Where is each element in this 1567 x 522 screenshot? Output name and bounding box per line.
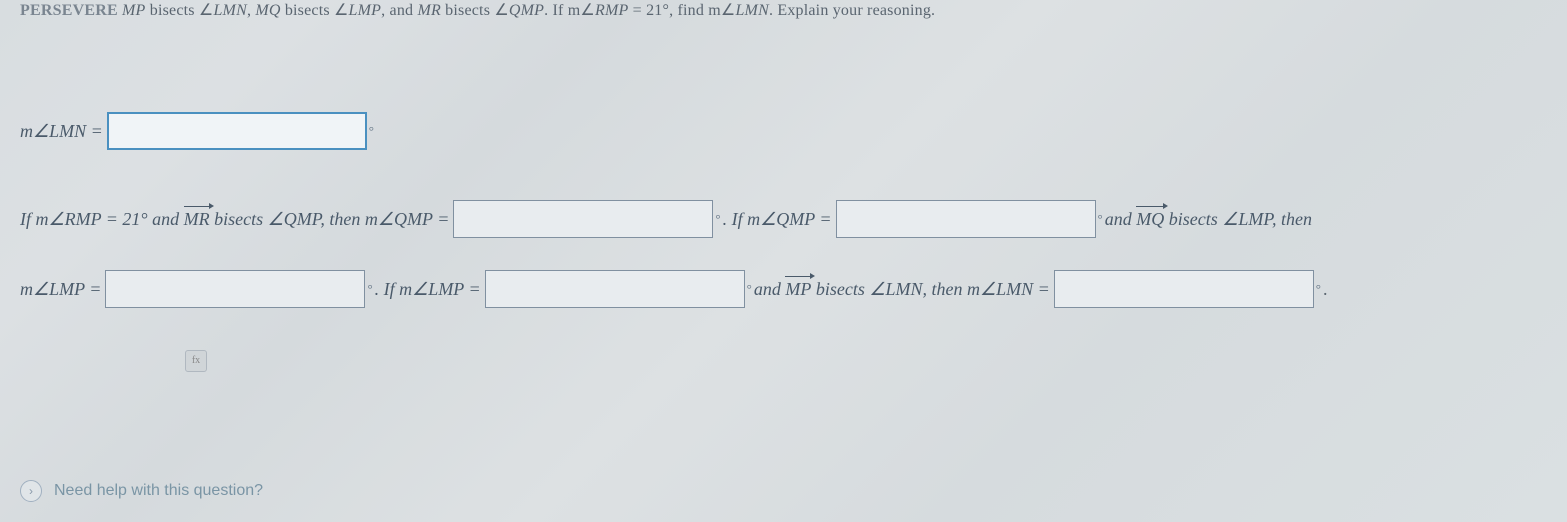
lmn-input-final[interactable] (1054, 270, 1314, 308)
lmp-input-2[interactable] (485, 270, 745, 308)
text-if-rmp: If m∠RMP = 21° and MR bisects ∠QMP, then… (20, 209, 449, 230)
ray-mr: MR (417, 0, 441, 22)
help-text: Need help with this question? (54, 482, 263, 500)
text-and-mq: and MQ bisects ∠LMP, then (1105, 209, 1312, 230)
lmp-input-1[interactable] (105, 270, 365, 308)
text-if-qmp: . If m∠QMP = (723, 209, 832, 230)
question-prompt: PERSEVERE MP bisects ∠LMN, MQ bisects ∠L… (0, 0, 1567, 22)
help-link[interactable]: › Need help with this question? (20, 480, 263, 502)
lmn-label: m∠LMN = (20, 121, 103, 142)
text-if-lmp: . If m∠LMP = (375, 279, 481, 300)
persevere-label: PERSEVERE (20, 2, 118, 19)
equation-editor-button[interactable]: fx (185, 350, 207, 372)
qmp-input-1[interactable] (453, 200, 713, 238)
degree-mark: ° (369, 123, 374, 139)
text-and-mp: and MP bisects ∠LMN, then m∠LMN = (754, 279, 1050, 300)
help-icon: › (20, 480, 42, 502)
ray-mq: MQ (255, 0, 280, 22)
qmp-input-2[interactable] (836, 200, 1096, 238)
lmn-main-input[interactable] (107, 112, 367, 150)
answer-section: m∠LMN = ° If m∠RMP = 21° and MR bisects … (0, 112, 1567, 372)
text-lmp: m∠LMP = (20, 279, 101, 300)
answer-row-1: m∠LMN = ° (20, 112, 1547, 150)
answer-row-3: m∠LMP = ° . If m∠LMP = ° and MP bisects … (20, 270, 1547, 308)
answer-row-2: If m∠RMP = 21° and MR bisects ∠QMP, then… (20, 200, 1547, 238)
ray-mp: MP (122, 0, 146, 22)
